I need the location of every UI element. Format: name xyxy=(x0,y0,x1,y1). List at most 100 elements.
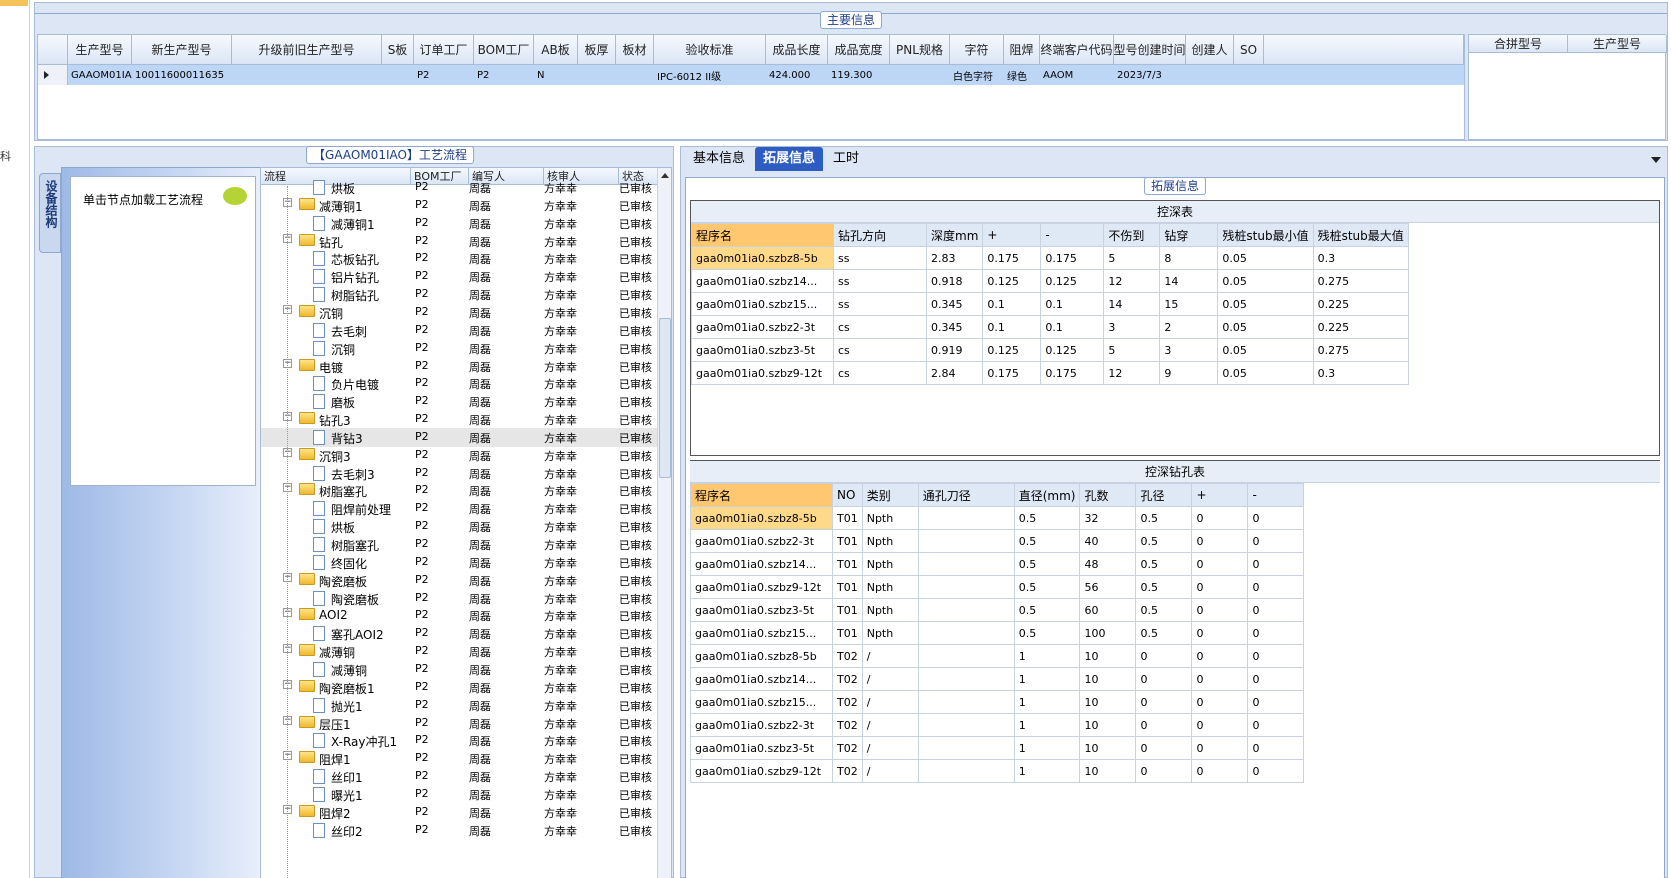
tree-row[interactable]: 背钻3 P2 周磊 方幸幸 已审核 xyxy=(261,427,671,447)
main-col-header[interactable]: S板 xyxy=(382,35,414,65)
tree-row[interactable]: 烘板 P2 周磊 方幸幸 已审核 xyxy=(261,517,671,536)
table-col-header[interactable]: 程序名 xyxy=(690,483,833,507)
tab-ext-info[interactable]: 拓展信息 xyxy=(755,147,824,171)
table-col-header[interactable]: 不伤到 xyxy=(1103,223,1161,247)
table-row[interactable]: gaa0m01ia0.szbz14... ss 0.918 0.125 0.125 12 1… xyxy=(691,269,1409,293)
table-col-header[interactable]: 钻穿 xyxy=(1159,223,1219,247)
table-col-header[interactable]: 通孔刀径 xyxy=(917,483,1015,507)
tree-node-label[interactable]: 钻孔 xyxy=(319,234,343,251)
tree-node-label[interactable]: 树脂塞孔 xyxy=(331,537,379,554)
tree-node-label[interactable]: X-Ray冲孔1 xyxy=(331,733,397,750)
tree-node-label[interactable]: 减薄铜1 xyxy=(319,198,363,215)
table-row[interactable]: gaa0m01ia0.szbz9-12t T01 Npth 0.5 56 0.5 0 0 xyxy=(690,575,1305,599)
table-col-header[interactable]: 钻孔方向 xyxy=(833,223,927,247)
process-tree[interactable]: 流程 BOM工厂 编写人 核审人 状态 烘板 P2 周磊 方幸幸 已审核 − 减薄铜1 P2 周磊 方幸幸已… xyxy=(260,167,672,878)
main-col-header[interactable]: 字符 xyxy=(950,35,1004,65)
table-col-header[interactable]: 程序名 xyxy=(691,223,834,247)
table-col-header[interactable]: 直径(mm) xyxy=(1013,483,1081,507)
tree-row[interactable]: 减薄铜1 P2 周磊 方幸幸 已审核 xyxy=(261,214,671,233)
merge-col-header[interactable]: 生产型号 xyxy=(1568,35,1667,53)
tree-row[interactable]: 阻焊前处理 P2 周磊 方幸幸 已审核 xyxy=(261,499,671,518)
tree-row[interactable]: 终固化 P2 周磊 方幸幸 已审核 xyxy=(261,553,671,572)
tree-row[interactable]: − 沉铜 P2 周磊 方幸幸 已审核 xyxy=(261,303,671,322)
table-col-header[interactable]: + xyxy=(1191,483,1249,507)
main-col-header[interactable]: 订单工厂 xyxy=(414,35,474,65)
tree-row[interactable]: 树脂钻孔 P2 周磊 方幸幸 已审核 xyxy=(261,285,671,304)
tab-basic-info[interactable]: 基本信息 xyxy=(685,147,753,171)
table-row[interactable]: gaa0m01ia0.szbz3-5t T01 Npth 0.5 60 0.5 0 0 xyxy=(690,598,1305,622)
tree-node-label[interactable]: 磨板 xyxy=(331,394,355,411)
tree-node-label[interactable]: 阻焊前处理 xyxy=(331,501,391,518)
table-col-header[interactable]: - xyxy=(1040,223,1105,247)
tree-node-label[interactable]: 铝片钻孔 xyxy=(331,269,379,286)
tree-row[interactable]: 塞孔AOI2 P2 周磊 方幸幸 已审核 xyxy=(261,624,671,643)
tree-row[interactable]: − 沉铜3 P2 周磊 方幸幸 已审核 xyxy=(261,446,671,465)
table-col-header[interactable]: - xyxy=(1247,483,1305,507)
table-row[interactable]: gaa0m01ia0.szbz3-5t cs 0.919 0.125 0.125 5 3 0.… xyxy=(691,338,1409,362)
tree-row[interactable]: − 树脂塞孔 P2 周磊 方幸幸 已审核 xyxy=(261,481,671,500)
table-row[interactable]: gaa0m01ia0.szbz2-3t T02/1 10 0 0 0 xyxy=(690,713,1305,737)
table-col-header[interactable]: 残桩stub最小值 xyxy=(1217,223,1314,247)
main-col-header[interactable]: 升级前旧生产型号 xyxy=(232,35,382,65)
table-row[interactable]: gaa0m01ia0.szbz2-3t T01 Npth 0.5 40 0.5 0 0 xyxy=(690,529,1305,553)
tree-node-label[interactable]: 曝光1 xyxy=(331,787,363,804)
tree-scrollbar[interactable] xyxy=(657,168,671,878)
tree-node-label[interactable]: 塞孔AOI2 xyxy=(331,626,384,643)
main-col-header[interactable]: 生产型号 xyxy=(68,35,132,65)
tree-node-label[interactable]: 负片电镀 xyxy=(331,376,379,393)
table-row[interactable]: gaa0m01ia0.szbz9-12t T02/1 10 0 0 0 xyxy=(690,759,1305,783)
tree-row[interactable]: 曝光1 P2 周磊 方幸幸 已审核 xyxy=(261,785,671,804)
tree-node-label[interactable]: 钻孔3 xyxy=(319,412,351,429)
tree-row[interactable]: 抛光1 P2 周磊 方幸幸 已审核 xyxy=(261,696,671,715)
tree-row[interactable]: 负片电镀 P2 周磊 方幸幸 已审核 xyxy=(261,374,671,393)
tree-row[interactable]: − 陶瓷磨板 P2 周磊 方幸幸 已审核 xyxy=(261,571,671,590)
main-col-header[interactable]: 板材 xyxy=(616,35,654,65)
tree-row[interactable]: 铝片钻孔 P2 周磊 方幸幸 已审核 xyxy=(261,267,671,286)
main-col-header[interactable]: 阻焊 xyxy=(1004,35,1040,65)
table-col-header[interactable]: 类别 xyxy=(861,483,919,507)
main-col-header[interactable]: 创建人 xyxy=(1186,35,1234,65)
tree-row[interactable]: − 钻孔 P2 周磊 方幸幸 已审核 xyxy=(261,232,671,251)
tree-row[interactable]: − 减薄铜 P2 周磊 方幸幸 已审核 xyxy=(261,642,671,661)
tree-node-label[interactable]: 芯板钻孔 xyxy=(331,251,379,268)
tree-row[interactable]: − AOI2 P2 周磊 方幸幸 已审核 xyxy=(261,606,671,625)
table-col-header[interactable]: + xyxy=(982,223,1042,247)
tree-node-label[interactable]: 沉铜3 xyxy=(319,448,351,465)
tree-row[interactable]: 沉铜 P2 周磊 方幸幸 已审核 xyxy=(261,339,671,358)
tree-row[interactable]: − 电镀 P2 周磊 方幸幸 已审核 xyxy=(261,357,671,376)
main-col-header[interactable]: 型号创建时间 xyxy=(1114,35,1186,65)
tree-row[interactable]: 丝印1 P2 周磊 方幸幸 已审核 xyxy=(261,767,671,786)
tree-row[interactable]: − 减薄铜1 P2 周磊 方幸幸 已审核 xyxy=(261,196,671,215)
tree-row[interactable]: 陶瓷磨板 P2 周磊 方幸幸 已审核 xyxy=(261,589,671,608)
tree-node-label[interactable]: 陶瓷磨板 xyxy=(331,591,379,608)
table-row[interactable]: gaa0m01ia0.szbz2-3t cs 0.345 0.1 0.1 3 2 0.05 0.… xyxy=(691,315,1409,339)
tree-node-label[interactable]: 电镀 xyxy=(319,359,343,376)
table-row[interactable]: gaa0m01ia0.szbz3-5t T02/1 10 0 0 0 xyxy=(690,736,1305,760)
main-col-header[interactable]: AB板 xyxy=(534,35,578,65)
tab-dropdown-icon[interactable] xyxy=(1651,157,1661,163)
table-row[interactable]: gaa0m01ia0.szbz14... T01 Npth 0.5 48 0.5 0 0 xyxy=(690,552,1305,576)
table-row[interactable]: gaa0m01ia0.szbz9-12t cs 2.84 0.175 0.175 12 9 0… xyxy=(691,361,1409,385)
tree-node-label[interactable]: 减薄铜1 xyxy=(331,216,375,233)
tree-row[interactable]: 磨板 P2 周磊 方幸幸 已审核 xyxy=(261,392,671,411)
tree-node-label[interactable]: 丝印2 xyxy=(331,823,363,840)
tree-node-label[interactable]: 烘板 xyxy=(331,519,355,536)
main-col-header[interactable]: PNL规格 xyxy=(890,35,950,65)
tree-row[interactable]: 去毛刺3 P2 周磊 方幸幸 已审核 xyxy=(261,464,671,483)
tree-row[interactable]: 去毛刺 P2 周磊 方幸幸 已审核 xyxy=(261,321,671,340)
tab-work-hours[interactable]: 工时 xyxy=(825,147,867,171)
side-tab-device-structure[interactable]: 设备结构 xyxy=(39,173,61,253)
table-col-header[interactable]: NO xyxy=(832,483,863,507)
tree-node-label[interactable]: 陶瓷磨板1 xyxy=(319,680,375,697)
table-col-header[interactable]: 残桩stub最大值 xyxy=(1312,223,1409,247)
hole-table[interactable]: 程序名 NO 类别 通孔刀径 直径(mm) 孔数 孔径 + - gaa0m01ia0.szbz8-… xyxy=(690,483,1305,783)
tree-row[interactable]: 树脂塞孔 P2 周磊 方幸幸 已审核 xyxy=(261,535,671,554)
table-col-header[interactable]: 孔径 xyxy=(1135,483,1193,507)
tree-node-label[interactable]: 陶瓷磨板 xyxy=(319,573,367,590)
main-col-header[interactable]: 新生产型号 xyxy=(132,35,232,65)
tree-row[interactable]: − 钻孔3 P2 周磊 方幸幸 已审核 xyxy=(261,410,671,429)
tree-node-label[interactable]: 烘板 xyxy=(331,180,355,197)
scroll-up-icon[interactable] xyxy=(661,173,669,178)
table-row[interactable]: gaa0m01ia0.szbz8-5b T01 Npth 0.5 32 0.5 0 0 xyxy=(690,506,1305,530)
tree-node-label[interactable]: 抛光1 xyxy=(331,698,363,715)
